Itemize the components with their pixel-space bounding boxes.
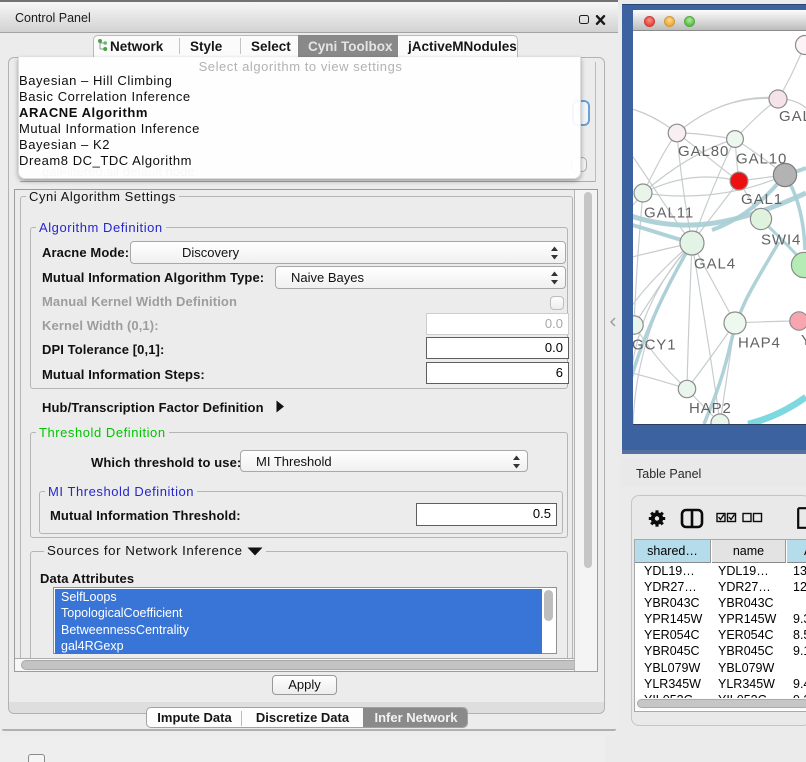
svg-text:HAP4: HAP4 <box>738 335 781 352</box>
svg-text:GAL4: GAL4 <box>694 256 736 273</box>
svg-text:YD: YD <box>801 332 806 349</box>
svg-text:SWI4: SWI4 <box>761 232 801 249</box>
svg-text:GAL1: GAL1 <box>741 191 783 208</box>
svg-text:HAP2: HAP2 <box>689 400 732 417</box>
svg-text:GAL2: GAL2 <box>779 108 806 125</box>
svg-text:GCY1: GCY1 <box>633 337 676 354</box>
svg-text:GAL10: GAL10 <box>736 151 787 168</box>
svg-text:GAL11: GAL11 <box>644 205 694 222</box>
svg-text:GAL80: GAL80 <box>678 143 729 160</box>
